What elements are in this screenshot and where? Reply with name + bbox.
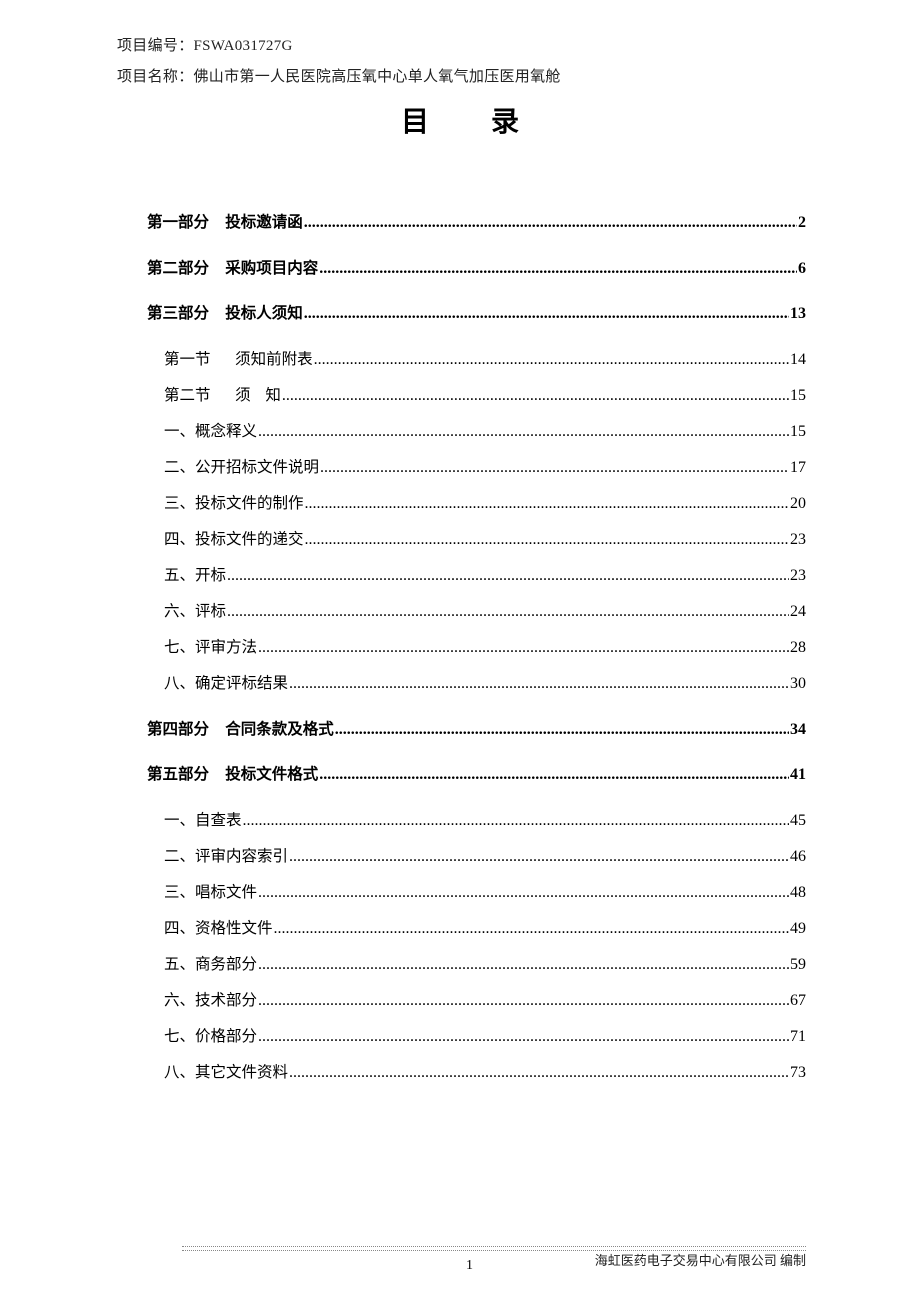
project-name: 项目名称：佛山市第一人民医院高压氧中心单人氧气加压医用氧舱 [117,69,561,85]
toc-entry[interactable]: 第五部分 投标文件格式 41 [147,762,806,784]
toc-leader-dots [289,675,789,693]
toc-leader-dots [282,387,789,405]
toc-entry[interactable]: 一、概念释义 15 [164,419,806,441]
toc-entry-page: 34 [790,721,806,738]
toc-entry-label: 七、价格部分 [164,1027,258,1045]
toc-entry[interactable]: 七、价格部分 71 [164,1024,806,1046]
toc-entry[interactable]: 三、唱标文件 48 [164,880,806,902]
toc-entry-label: 二、公开招标文件说明 [164,458,320,476]
toc-entry[interactable]: 二、评审内容索引 46 [164,844,806,866]
toc-entry-page: 28 [790,639,806,656]
project-number: 项目编号：FSWA031727G [117,38,293,54]
toc-entry[interactable]: 第二部分 采购项目内容 6 [147,256,806,278]
toc-entry-page: 2 [798,214,806,231]
toc-leader-dots [274,920,789,938]
toc-entry-page: 41 [790,766,806,783]
toc-entry-page: 13 [790,305,806,322]
toc-entry-label: 四、投标文件的递交 [164,530,304,548]
title-char-1: 目 [400,105,429,138]
toc-leader-dots [227,567,789,585]
toc-entry-label: 七、评审方法 [164,638,258,656]
toc-leader-dots [289,1064,789,1082]
toc-leader-dots [289,848,789,866]
toc-entry-label: 四、资格性文件 [164,919,273,937]
toc-entry[interactable]: 第一节 须知前附表 14 [164,347,806,369]
toc-entry-page: 48 [790,884,806,901]
toc-entry-label: 第一部分 投标邀请函 [147,213,303,231]
toc-leader-dots [305,531,789,549]
toc-leader-dots [320,459,789,477]
toc-entry-label: 五、商务部分 [164,955,258,973]
toc-entry-label: 第五部分 投标文件格式 [147,765,319,783]
toc-entry-label: 一、自查表 [164,811,242,829]
toc-leader-dots [319,260,797,278]
toc-entry-page: 23 [790,567,806,584]
title-char-2: 录 [491,105,520,138]
toc-entry[interactable]: 六、评标 24 [164,599,806,621]
toc-entry-label: 第一节 须知前附表 [164,350,313,368]
toc-entry-page: 45 [790,812,806,829]
toc-entry-page: 24 [790,603,806,620]
toc-leader-dots [258,992,789,1010]
toc-leader-dots [227,603,789,621]
toc-entry-label: 第二节 须 知 [164,386,281,404]
toc-entry[interactable]: 第二节 须 知 15 [164,383,806,405]
toc-entry[interactable]: 六、技术部分 67 [164,988,806,1010]
toc-entry[interactable]: 第三部分 投标人须知 13 [147,301,806,323]
toc-entry-label: 五、开标 [164,566,227,584]
toc-entry-page: 46 [790,848,806,865]
toc-leader-dots [319,766,789,784]
toc-entry-label: 一、概念释义 [164,422,258,440]
toc-entry[interactable]: 八、其它文件资料 73 [164,1060,806,1082]
toc-leader-dots [304,214,797,232]
toc-entry[interactable]: 一、自查表 45 [164,808,806,830]
toc-entry-page: 20 [790,495,806,512]
toc-entry[interactable]: 第一部分 投标邀请函 2 [147,210,806,232]
footer-organization: 海虹医药电子交易中心有限公司 编制 [594,1253,806,1268]
toc-leader-dots [335,721,789,739]
toc-entry-page: 30 [790,675,806,692]
toc-entry-label: 二、评审内容索引 [164,847,289,865]
toc-entry[interactable]: 四、投标文件的递交 23 [164,527,806,549]
toc-entry[interactable]: 三、投标文件的制作 20 [164,491,806,513]
toc-entry[interactable]: 五、开标 23 [164,563,806,585]
toc-entry-label: 八、其它文件资料 [164,1063,289,1081]
toc-entry[interactable]: 五、商务部分 59 [164,952,806,974]
toc-leader-dots [314,351,789,369]
toc-entry-page: 14 [790,351,806,368]
toc-entry-label: 八、确定评标结果 [164,674,289,692]
toc-leader-dots [258,884,789,902]
toc-entry-label: 三、投标文件的制作 [164,494,304,512]
toc-entry[interactable]: 七、评审方法 28 [164,635,806,657]
toc-entry-page: 67 [790,992,806,1009]
toc-leader-dots [258,956,789,974]
toc-leader-dots [305,495,789,513]
toc-entry-label: 第四部分 合同条款及格式 [147,720,334,738]
page-title: 目录 [0,100,920,140]
toc-entry-label: 六、评标 [164,602,227,620]
toc-entry[interactable]: 二、公开招标文件说明 17 [164,455,806,477]
toc-entry-page: 17 [790,459,806,476]
toc-entry-label: 第二部分 采购项目内容 [147,259,319,277]
toc-entry-label: 第三部分 投标人须知 [147,304,303,322]
toc-entry-label: 三、唱标文件 [164,883,258,901]
toc-leader-dots [258,639,789,657]
toc-entry-page: 6 [798,260,806,277]
toc-entry-page: 15 [790,423,806,440]
toc-entry-page: 15 [790,387,806,404]
toc-entry-label: 六、技术部分 [164,991,258,1009]
toc-entry-page: 71 [790,1028,806,1045]
toc-entry[interactable]: 八、确定评标结果 30 [164,671,806,693]
toc-entry-page: 49 [790,920,806,937]
toc-leader-dots [258,423,789,441]
toc-entry-page: 23 [790,531,806,548]
toc-entry[interactable]: 四、资格性文件 49 [164,916,806,938]
toc-leader-dots [243,812,789,830]
footer-page-number: 1 [466,1258,473,1273]
toc-entry[interactable]: 第四部分 合同条款及格式 34 [147,717,806,739]
toc-entry-page: 59 [790,956,806,973]
toc-leader-dots [258,1028,789,1046]
toc-entry-page: 73 [790,1064,806,1081]
toc-leader-dots [304,305,789,323]
